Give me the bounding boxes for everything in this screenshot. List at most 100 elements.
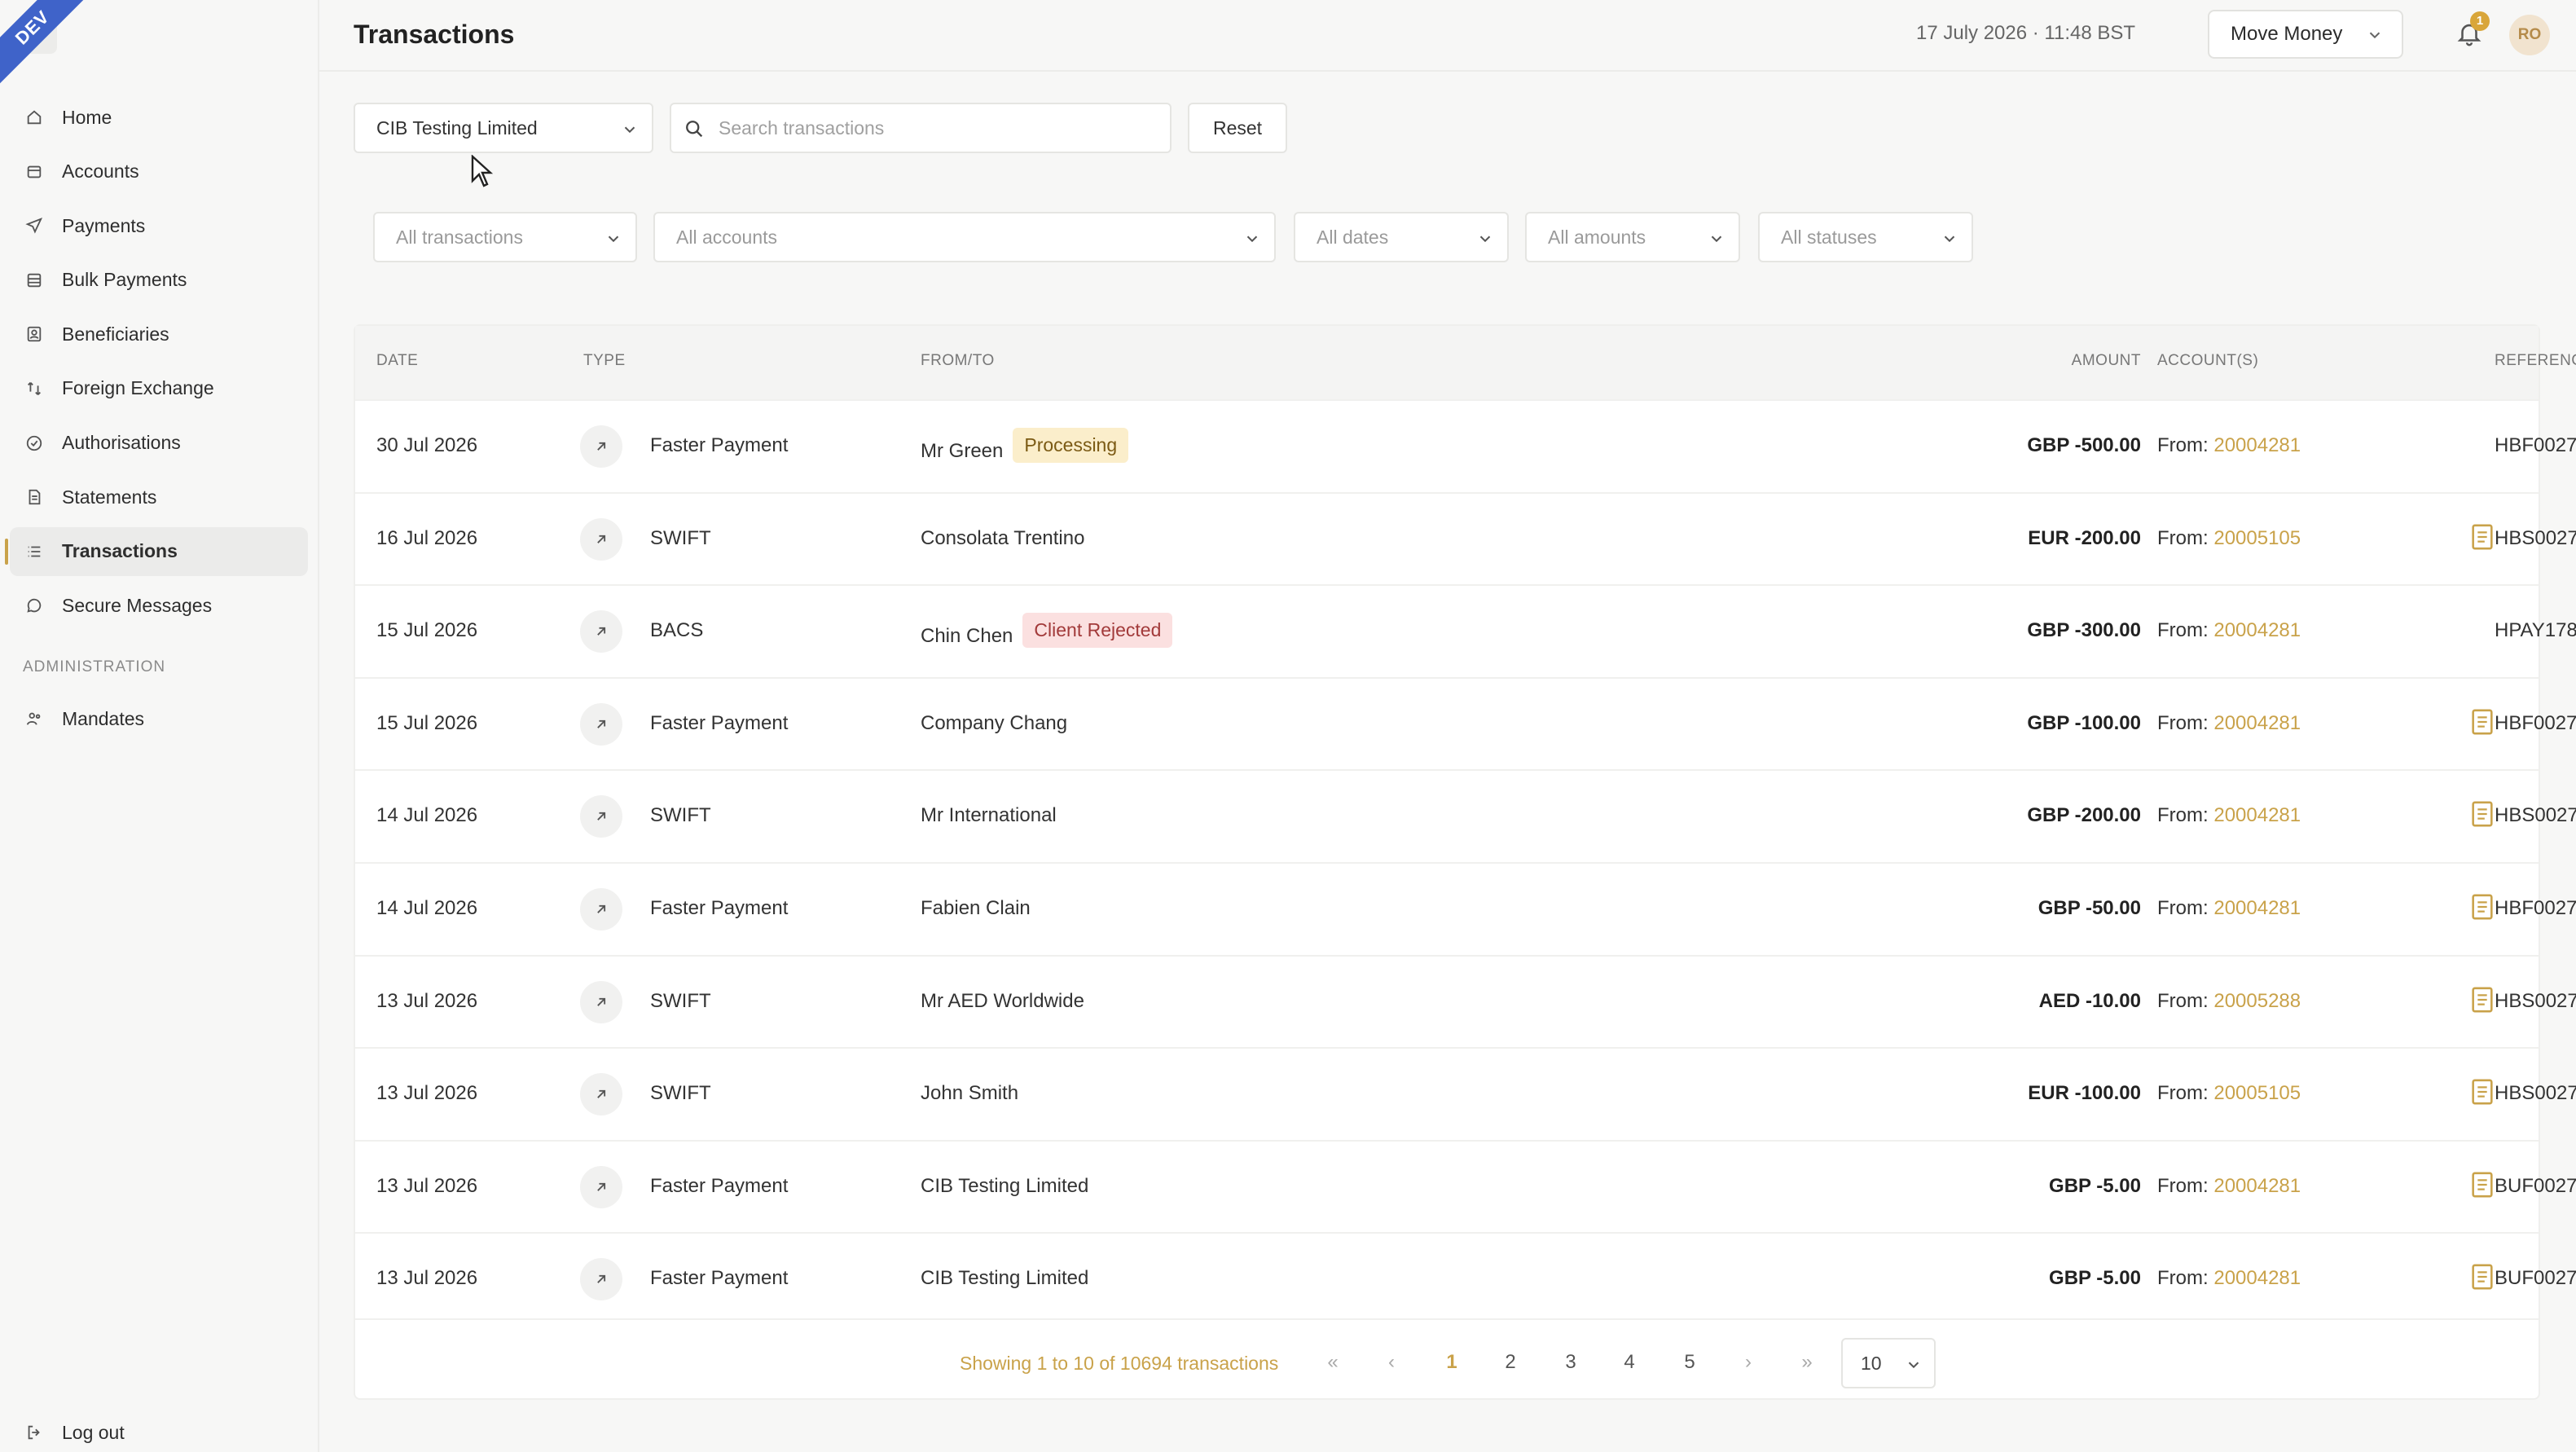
row-amount: GBP -100.00 xyxy=(2027,711,2141,734)
chevron-down-icon xyxy=(1944,235,1955,243)
row-party-cell: CIB Testing Limited xyxy=(921,1267,1088,1290)
transactions-filter-value: All transactions xyxy=(396,226,523,248)
column-reference[interactable]: REFERENCE xyxy=(2495,352,2576,370)
sidebar-item-beneficiaries[interactable]: Beneficiaries xyxy=(10,310,308,359)
search-field[interactable] xyxy=(670,103,1172,153)
sidebar-item-secure-messages[interactable]: Secure Messages xyxy=(10,581,308,630)
row-account-link[interactable]: 20004281 xyxy=(2213,434,2301,456)
page-2-button[interactable]: 2 xyxy=(1496,1351,1525,1374)
page-4-button[interactable]: 4 xyxy=(1615,1351,1644,1374)
column-from-to[interactable]: FROM/TO xyxy=(921,352,995,370)
amounts-filter[interactable]: All amounts xyxy=(1525,212,1740,262)
document-icon[interactable] xyxy=(2470,1171,2495,1199)
table-row[interactable]: 15 Jul 2026 Faster Payment Company Chang GB… xyxy=(355,676,2576,770)
sidebar-item-label: Payments xyxy=(62,214,146,236)
row-account-link[interactable]: 20004281 xyxy=(2213,897,2301,919)
document-icon[interactable] xyxy=(2470,986,2495,1014)
row-account-link[interactable]: 20005105 xyxy=(2213,1082,2301,1104)
row-account-link[interactable]: 20004281 xyxy=(2213,712,2301,734)
transactions-filter[interactable]: All transactions xyxy=(373,212,637,262)
per-page-select[interactable]: 10 xyxy=(1841,1338,1936,1388)
table-row[interactable]: 13 Jul 2026 SWIFT Mr AED Worldwide AED -10.… xyxy=(355,954,2576,1048)
row-date: 14 Jul 2026 xyxy=(376,897,478,919)
page-1-button[interactable]: 1 xyxy=(1437,1351,1466,1374)
avatar[interactable]: RO xyxy=(2509,15,2550,55)
row-account-cell: From: 20004281 xyxy=(2157,1175,2301,1198)
move-money-button[interactable]: Move Money xyxy=(2208,10,2403,59)
accounts-filter[interactable]: All accounts xyxy=(653,212,1276,262)
row-from-prefix: From: xyxy=(2157,711,2209,734)
row-amount: GBP -300.00 xyxy=(2027,619,2141,642)
company-select-value: CIB Testing Limited xyxy=(376,117,538,139)
document-icon[interactable] xyxy=(2470,1078,2495,1106)
sidebar-item-authorisations[interactable]: Authorisations xyxy=(10,419,308,468)
column-accounts[interactable]: ACCOUNT(S) xyxy=(2157,352,2258,370)
row-account-cell: From: 20004281 xyxy=(2157,804,2301,827)
table-row[interactable]: 15 Jul 2026 BACS Chin Chen Client Rejected G… xyxy=(355,584,2576,677)
logout: Log out xyxy=(10,1408,308,1452)
first-page-button[interactable]: « xyxy=(1318,1351,1347,1374)
document-icon[interactable] xyxy=(2470,893,2495,921)
row-account-cell: From: 20005105 xyxy=(2157,527,2301,550)
logout-button[interactable]: Log out xyxy=(10,1408,308,1452)
sidebar-item-payments[interactable]: Payments xyxy=(10,201,308,250)
prev-page-button[interactable]: ‹ xyxy=(1377,1351,1406,1374)
row-party: Chin Chen xyxy=(921,625,1013,648)
arrow-up-right-icon xyxy=(580,517,622,561)
column-type[interactable]: TYPE xyxy=(583,352,626,370)
document-icon[interactable] xyxy=(2470,1263,2495,1291)
row-reference: BUF0027509 xyxy=(2495,1267,2576,1290)
page-3-button[interactable]: 3 xyxy=(1556,1351,1585,1374)
sidebar-item-home[interactable]: Home xyxy=(10,93,308,142)
sidebar-item-mandates[interactable]: Mandates xyxy=(10,694,308,743)
search-input[interactable] xyxy=(719,117,1142,139)
reset-button[interactable]: Reset xyxy=(1188,103,1287,153)
row-party: Mr Green xyxy=(921,439,1004,462)
sidebar-item-statements[interactable]: Statements xyxy=(10,473,308,521)
row-reference: BUF0027510 xyxy=(2495,1174,2576,1197)
column-amount[interactable]: AMOUNT xyxy=(1711,352,2141,370)
sidebar-item-transactions[interactable]: Transactions xyxy=(5,526,308,576)
contact-icon xyxy=(24,324,44,344)
row-account-link[interactable]: 20004281 xyxy=(2213,804,2301,826)
row-account-link[interactable]: 20005288 xyxy=(2213,990,2301,1012)
row-reference: HBS0027511 xyxy=(2495,1082,2576,1105)
sidebar-item-label: Foreign Exchange xyxy=(62,377,214,399)
document-icon[interactable] xyxy=(2470,523,2495,551)
table-row[interactable]: 13 Jul 2026 Faster Payment CIB Testing Lim… xyxy=(355,1139,2576,1233)
row-account-link[interactable]: 20005105 xyxy=(2213,527,2301,549)
table-row[interactable]: 14 Jul 2026 Faster Payment Fabien Clain GBP… xyxy=(355,862,2576,955)
row-reference: HBF0027410 xyxy=(2495,897,2576,919)
row-type: SWIFT xyxy=(650,526,711,549)
sidebar-item-label: Beneficiaries xyxy=(62,323,169,345)
pagination-summary: Showing 1 to 10 of 10694 transactions xyxy=(960,1353,1279,1374)
sidebar-item-accounts[interactable]: Accounts xyxy=(10,147,308,196)
sidebar-item-foreign-exchange[interactable]: Foreign Exchange xyxy=(10,364,308,413)
company-select[interactable]: CIB Testing Limited xyxy=(354,103,653,153)
row-date: 15 Jul 2026 xyxy=(376,711,478,734)
sidebar-item-label: Authorisations xyxy=(62,432,181,454)
page-5-button[interactable]: 5 xyxy=(1675,1351,1704,1374)
transactions-table: DATE TYPE FROM/TO AMOUNT ACCOUNT(S) REFE… xyxy=(354,324,2576,1400)
table-row[interactable]: 13 Jul 2026 Faster Payment CIB Testing Lim… xyxy=(355,1232,2576,1325)
document-icon[interactable] xyxy=(2470,708,2495,736)
statuses-filter[interactable]: All statuses xyxy=(1758,212,1973,262)
document-icon[interactable] xyxy=(2470,800,2495,828)
last-page-button[interactable]: » xyxy=(1792,1351,1822,1374)
table-row[interactable]: 13 Jul 2026 SWIFT John Smith EUR -100.00 Fro… xyxy=(355,1047,2576,1140)
table-row[interactable]: 30 Jul 2026 Faster Payment Mr Green Process… xyxy=(355,399,2576,492)
dates-filter-value: All dates xyxy=(1317,226,1389,248)
next-page-button[interactable]: › xyxy=(1734,1351,1763,1374)
table-row[interactable]: 16 Jul 2026 SWIFT Consolata Trentino EUR -2… xyxy=(355,491,2576,585)
row-account-link[interactable]: 20004281 xyxy=(2213,619,2301,641)
message-icon xyxy=(24,596,44,615)
chevron-down-icon xyxy=(608,235,619,243)
chevron-down-icon xyxy=(2369,32,2380,39)
table-row[interactable]: 14 Jul 2026 SWIFT Mr International GBP -200… xyxy=(355,769,2576,862)
row-account-link[interactable]: 20004281 xyxy=(2213,1267,2301,1289)
sidebar-item-bulk-payments[interactable]: Bulk Payments xyxy=(10,256,308,305)
dates-filter[interactable]: All dates xyxy=(1294,212,1509,262)
row-party-cell: John Smith xyxy=(921,1082,1018,1105)
column-date[interactable]: DATE xyxy=(376,352,418,370)
row-account-link[interactable]: 20004281 xyxy=(2213,1175,2301,1197)
